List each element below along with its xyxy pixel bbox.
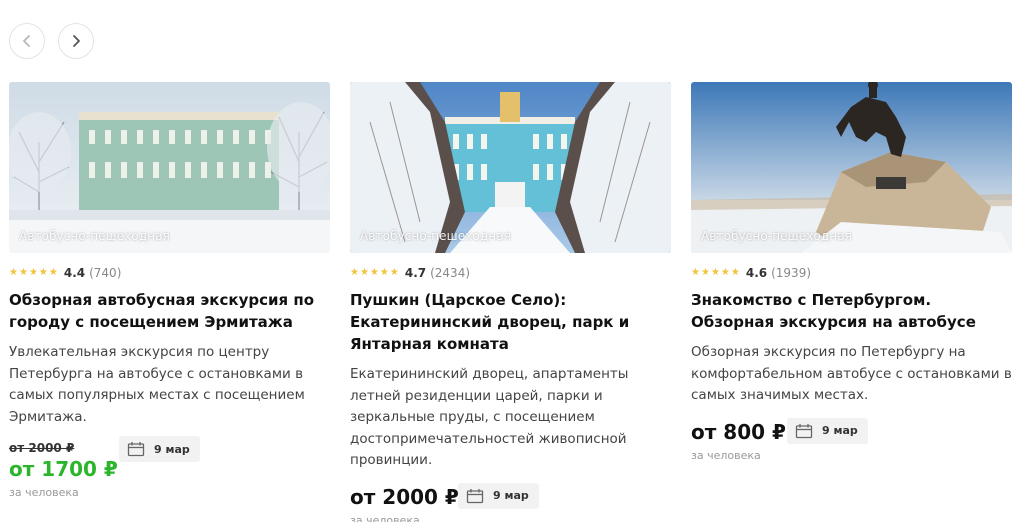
star-icon: ★: [720, 267, 730, 278]
rating-value: 4.7: [404, 266, 427, 280]
star-icon: ★: [38, 267, 48, 278]
star-icon: ★: [379, 267, 389, 278]
rating: ★ ★ ★ ★ ★ 4.4 (740): [9, 265, 330, 281]
rating-stars: ★ ★ ★ ★ ★: [691, 268, 740, 278]
tour-card[interactable]: Автобусно-пешеходная ★ ★ ★ ★ ★ 4.6 (1939) Зн…: [691, 82, 1012, 463]
date-label: 9 мар: [154, 442, 190, 456]
calendar-icon: [466, 488, 484, 503]
star-icon: ★: [691, 267, 700, 278]
tour-title[interactable]: Знакомство с Петербургом. Обзорная экску…: [691, 289, 1012, 333]
price-unit: за человека: [350, 513, 420, 522]
review-count: (740): [89, 266, 122, 280]
star-icon: ★: [18, 267, 28, 278]
tour-type-tag: Автобусно-пешеходная: [701, 229, 852, 243]
star-icon: ★: [710, 267, 720, 278]
chevron-left-icon: [23, 35, 30, 47]
star-icon: ★: [700, 267, 710, 278]
star-icon: ★: [350, 267, 359, 278]
price-unit: за человека: [691, 448, 761, 462]
date-label: 9 мар: [822, 424, 858, 437]
carousel-prev-button[interactable]: [9, 23, 45, 59]
rating: ★ ★ ★ ★ ★ 4.6 (1939): [691, 265, 1012, 281]
star-icon: ★: [9, 267, 18, 278]
calendar-icon: [127, 442, 145, 457]
star-icon: ★: [28, 267, 38, 278]
tour-title[interactable]: Пушкин (Царское Село): Екатерининский дв…: [350, 289, 671, 355]
price-block: от 800 ₽ за человека 9 мар: [691, 417, 1012, 463]
tour-type-tag: Автобусно-пешеходная: [19, 229, 170, 243]
catherine-palace-winter-photo: [350, 82, 671, 253]
date-chip[interactable]: 9 мар: [119, 436, 200, 462]
star-icon: ★: [48, 267, 58, 278]
date-chip[interactable]: 9 мар: [787, 417, 868, 444]
tour-title[interactable]: Обзорная автобусная экскурсия по городу …: [9, 289, 330, 333]
review-count: (2434): [430, 266, 471, 280]
rating-value: 4.4: [63, 266, 86, 280]
price-block: от 2000 ₽ от 1700 ₽ за человека 9 мар: [9, 436, 330, 500]
bronze-horseman-winter-photo: [691, 82, 1012, 253]
date-label: 9 мар: [493, 489, 529, 502]
tour-photo[interactable]: Автобусно-пешеходная: [350, 82, 671, 253]
tour-photo[interactable]: Автобусно-пешеходная: [691, 82, 1012, 253]
tour-card[interactable]: Автобусно-пешеходная ★ ★ ★ ★ ★ 4.4 (740) Обз…: [9, 82, 330, 500]
tour-description: Обзорная экскурсия по Петербургу на комф…: [691, 344, 1012, 403]
review-count: (1939): [771, 266, 812, 280]
tour-description: Екатерининский дворец, апартаменты летне…: [350, 366, 629, 468]
chevron-right-icon: [73, 35, 80, 47]
rating: ★ ★ ★ ★ ★ 4.7 (2434): [350, 265, 671, 281]
price-unit: за человека: [9, 486, 79, 499]
hermitage-winter-photo: [9, 82, 330, 253]
tour-description: Увлекательная экскурсия по центру Петерб…: [9, 344, 305, 425]
star-icon: ★: [369, 267, 379, 278]
star-icon: ★: [359, 267, 369, 278]
tour-photo[interactable]: Автобусно-пешеходная: [9, 82, 330, 253]
calendar-icon: [795, 423, 813, 438]
date-chip[interactable]: 9 мар: [458, 482, 539, 509]
price-block: от 2000 ₽ за человека 9 мар: [350, 482, 671, 522]
tour-card[interactable]: Автобусно-пешеходная ★ ★ ★ ★ ★ 4.7 (2434) Пу…: [350, 82, 671, 522]
rating-stars: ★ ★ ★ ★ ★: [350, 268, 399, 278]
rating-value: 4.6: [745, 266, 768, 280]
rating-stars: ★ ★ ★ ★ ★: [9, 268, 58, 278]
star-icon: ★: [730, 267, 740, 278]
tour-type-tag: Автобусно-пешеходная: [360, 229, 511, 243]
star-icon: ★: [389, 267, 399, 278]
carousel-next-button[interactable]: [58, 23, 94, 59]
